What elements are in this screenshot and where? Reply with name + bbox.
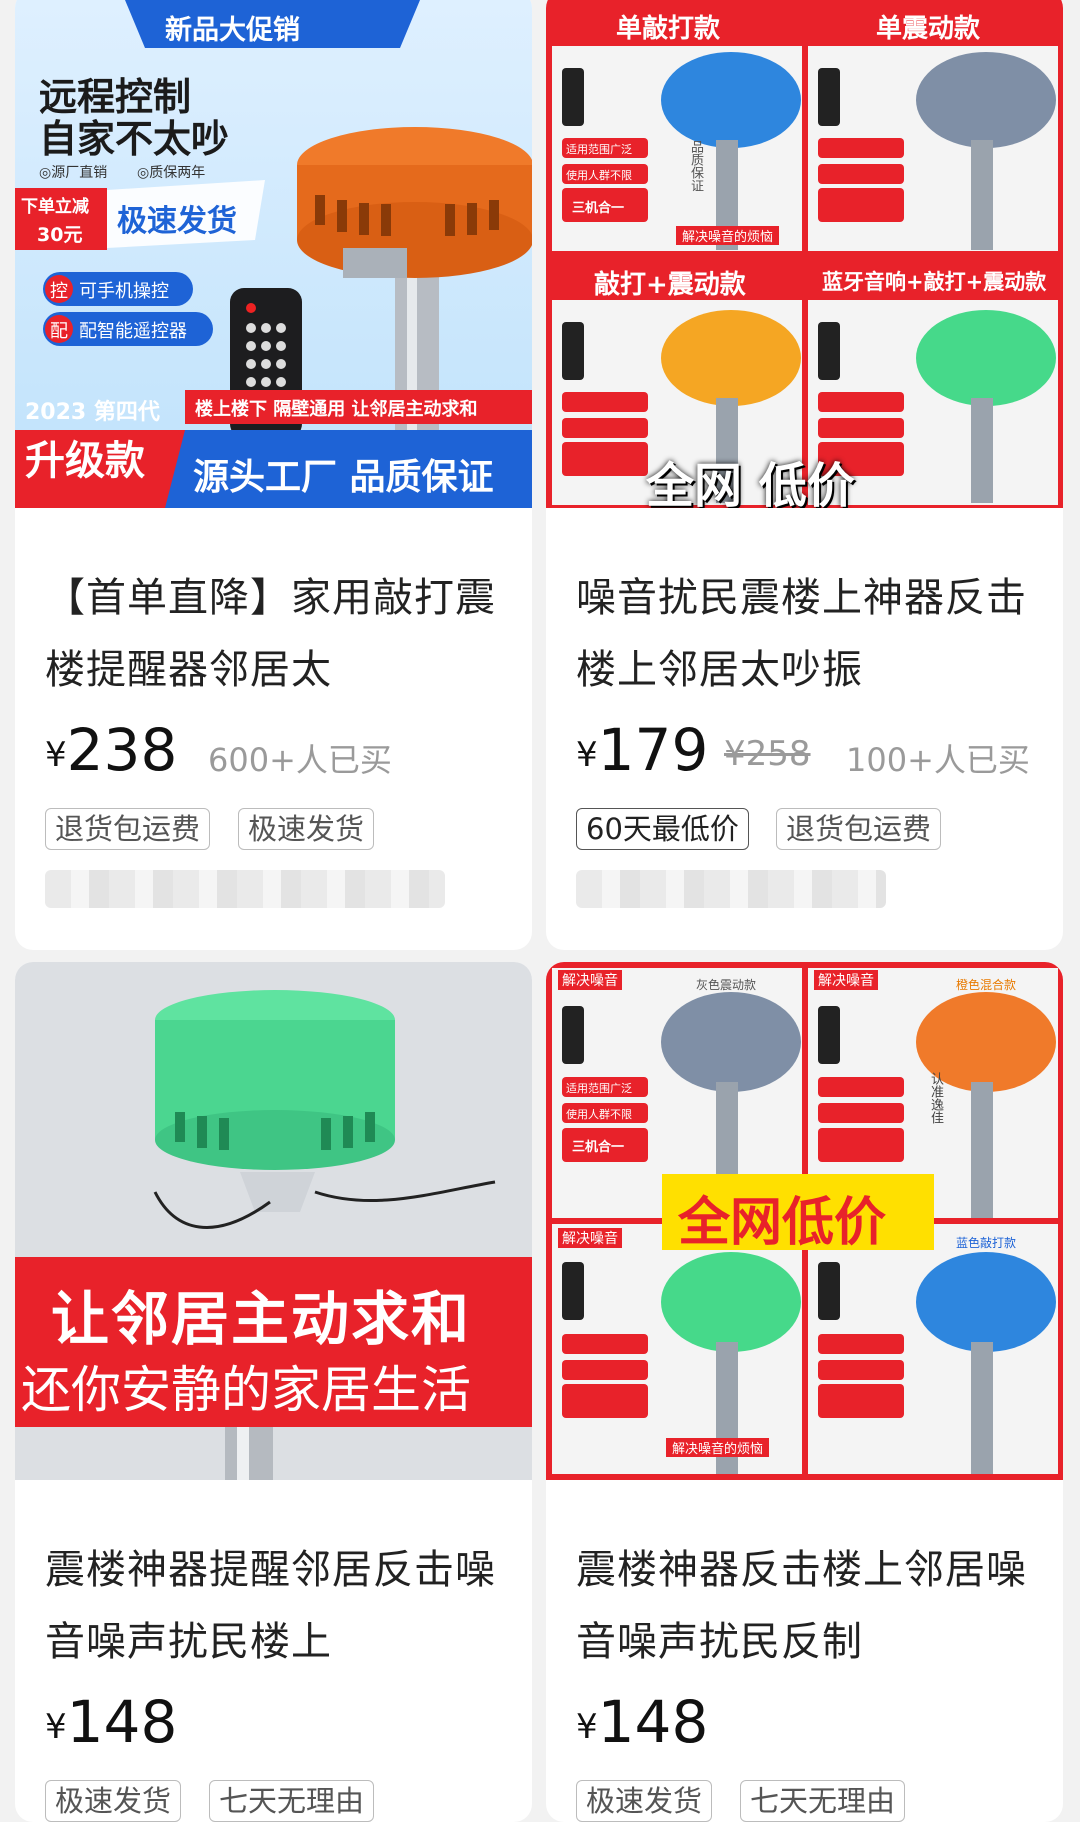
- original-price: ¥258: [724, 734, 811, 774]
- image-line-2: 还你安静的家居生活: [21, 1361, 471, 1419]
- price-value: 238: [66, 716, 178, 784]
- image-overlay-lowest-price: 全网低价: [678, 1193, 887, 1253]
- image-q4-variant: 蓝色敲打款: [956, 1236, 1017, 1250]
- product-image-4[interactable]: 解决噪音 灰色震动款 解决噪音 橙色混合款 解决噪音 蓝色敲打款 适用范围广泛 …: [546, 962, 1063, 1480]
- product-card-3[interactable]: 让邻居主动求和 还你安静的家居生活 震楼神器提醒邻居反击噪音噪声扰民楼上 ¥14…: [15, 962, 532, 1822]
- tag-free-return-shipping: 退货包运费: [776, 808, 942, 850]
- product-image-3[interactable]: 让邻居主动求和 还你安静的家居生活: [15, 962, 532, 1480]
- image-side: 品质保证: [688, 140, 703, 192]
- product-card-1[interactable]: 新品大促销 远程控制 自家不太吵 ◎源厂直销 ◎质保两年 下单立减 30元 极速…: [15, 0, 532, 950]
- product-title[interactable]: 噪音扰民震楼上神器反击楼上邻居太吵振: [576, 562, 1037, 706]
- price: ¥238: [45, 716, 177, 784]
- tag-fast-shipping: 极速发货: [576, 1780, 713, 1822]
- image-q2-label: 单震动款: [876, 14, 981, 44]
- product-title[interactable]: 震楼神器提醒邻居反击噪音噪声扰民楼上: [45, 1534, 506, 1678]
- image-bullet-1: ◎源厂直销: [39, 165, 108, 181]
- product-title[interactable]: 震楼神器反击楼上邻居噪音噪声扰民反制: [576, 1534, 1037, 1678]
- product-card-4[interactable]: 解决噪音 灰色震动款 解决噪音 橙色混合款 解决噪音 蓝色敲打款 适用范围广泛 …: [546, 962, 1063, 1822]
- image-fast-text: 极速发货: [117, 204, 237, 239]
- image-q2-variant: 橙色混合款: [956, 978, 1017, 992]
- image-q1-variant: 灰色震动款: [696, 978, 757, 992]
- image-upgrade: 升级款: [25, 438, 145, 484]
- image-line-1: 让邻居主动求和: [51, 1285, 472, 1353]
- blurred-shop-info: [45, 870, 445, 908]
- product-card-2[interactable]: 单敲打款 单震动款 敲打+震动款 蓝牙音响+敲打+震动款 适用范围广泛 使用人群…: [546, 0, 1063, 950]
- image-row1: 适用范围广泛: [566, 143, 632, 156]
- image-strip-text: 楼上楼下 隔壁通用 让邻居主动求和: [195, 399, 478, 420]
- image-headline-2: 自家不太吵: [39, 117, 230, 161]
- image-q3-label: 敲打+震动款: [594, 270, 746, 300]
- tag-60-day-lowest-price: 60天最低价: [576, 808, 749, 850]
- price-value: 148: [597, 1688, 709, 1756]
- image-discount-1: 下单立减: [21, 197, 89, 217]
- image-banner-text: 新品大促销: [165, 15, 300, 46]
- image-bullet-2: ◎质保两年: [137, 165, 206, 181]
- price: ¥148: [576, 1688, 708, 1756]
- image-discount-2: 30元: [37, 224, 83, 246]
- image-feature-2: 配智能遥控器: [79, 321, 187, 342]
- sold-count: 600+人已买: [208, 741, 392, 779]
- image-side: 认准逸佳: [928, 1072, 943, 1124]
- image-feature-2-icon: 配: [50, 321, 68, 342]
- image-row2: 使用人群不限: [566, 169, 632, 182]
- price-value: 148: [66, 1688, 178, 1756]
- image-footer-text: 源头工厂 品质保证: [193, 457, 494, 498]
- image-bottom: 解决噪音的烦恼: [666, 1438, 770, 1457]
- price: ¥148: [45, 1688, 177, 1756]
- price: ¥179: [576, 716, 708, 784]
- image-q3-title: 解决噪音: [558, 1228, 622, 1248]
- image-q4-label: 蓝牙音响+敲打+震动款: [822, 270, 1047, 294]
- image-year: 2023 第四代: [25, 400, 160, 425]
- image-bottom: 解决噪音的烦恼: [676, 226, 780, 245]
- tag-seven-day-return: 七天无理由: [209, 1780, 375, 1822]
- product-image-1[interactable]: 新品大促销 远程控制 自家不太吵 ◎源厂直销 ◎质保两年 下单立减 30元 极速…: [15, 0, 532, 508]
- image-feature-1-icon: 控: [50, 281, 68, 302]
- tag-free-return-shipping: 退货包运费: [45, 808, 211, 850]
- sold-count: 100+人已买: [846, 741, 1030, 779]
- currency-symbol: ¥: [576, 1707, 598, 1747]
- currency-symbol: ¥: [576, 735, 598, 775]
- image-q1-label: 单敲打款: [616, 14, 721, 44]
- image-q2-title: 解决噪音: [814, 970, 878, 990]
- currency-symbol: ¥: [45, 735, 67, 775]
- image-row1: 适用范围广泛: [566, 1082, 632, 1095]
- blurred-shop-info: [576, 870, 886, 908]
- tag-fast-shipping: 极速发货: [45, 1780, 182, 1822]
- image-row2: 使用人群不限: [566, 1108, 632, 1121]
- tag-fast-shipping: 极速发货: [238, 808, 375, 850]
- image-q1-title: 解决噪音: [558, 970, 622, 990]
- product-image-2[interactable]: 单敲打款 单震动款 敲打+震动款 蓝牙音响+敲打+震动款 适用范围广泛 使用人群…: [546, 0, 1063, 508]
- image-feature-1: 可手机操控: [79, 281, 169, 302]
- image-row3: 三机合一: [572, 201, 625, 216]
- price-value: 179: [597, 716, 709, 784]
- image-row3: 三机合一: [572, 1140, 625, 1155]
- image-overlay-lowest-price: 全网 低价: [646, 458, 855, 508]
- product-title[interactable]: 【首单直降】家用敲打震楼提醒器邻居太: [45, 562, 506, 706]
- currency-symbol: ¥: [45, 1707, 67, 1747]
- tag-seven-day-return: 七天无理由: [740, 1780, 906, 1822]
